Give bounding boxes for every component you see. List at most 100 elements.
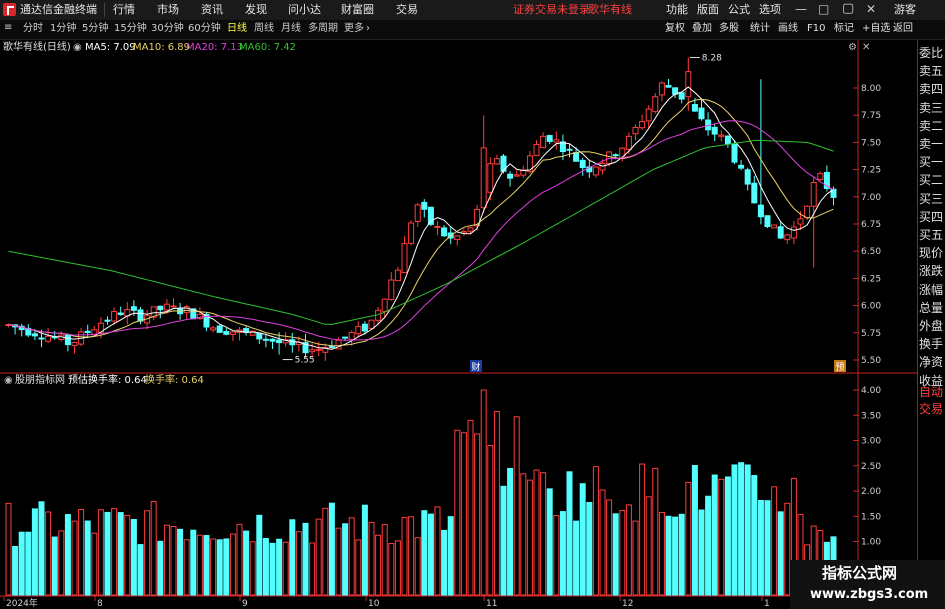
turnover-bar[interactable] bbox=[381, 524, 388, 596]
candle-body[interactable] bbox=[599, 163, 606, 171]
candle-body[interactable] bbox=[117, 312, 124, 316]
candle-body[interactable] bbox=[210, 327, 217, 331]
turnover-bar[interactable] bbox=[619, 509, 626, 596]
turnover-bar[interactable] bbox=[355, 539, 362, 596]
turnover-bar[interactable] bbox=[196, 534, 203, 596]
turnover-bar[interactable] bbox=[434, 506, 441, 596]
turnover-bar[interactable] bbox=[64, 514, 71, 596]
candle-body[interactable] bbox=[698, 107, 705, 120]
candle-body[interactable] bbox=[757, 204, 764, 218]
candle-body[interactable] bbox=[355, 325, 362, 335]
turnover-bar[interactable] bbox=[705, 495, 712, 596]
turnover-bar[interactable] bbox=[467, 419, 474, 596]
turnover-bar[interactable] bbox=[441, 529, 448, 596]
turnover-bar[interactable] bbox=[513, 416, 520, 596]
turnover-bar[interactable] bbox=[625, 504, 632, 596]
turnover-bar[interactable] bbox=[302, 522, 309, 596]
turnover-bar[interactable] bbox=[665, 515, 672, 596]
turnover-bar[interactable] bbox=[724, 476, 731, 596]
turnover-bar[interactable] bbox=[170, 526, 177, 596]
turnover-bar[interactable] bbox=[84, 520, 91, 596]
candle-body[interactable] bbox=[784, 234, 791, 241]
candle-body[interactable] bbox=[777, 226, 784, 239]
turnover-bar[interactable] bbox=[645, 496, 652, 596]
candle-body[interactable] bbox=[546, 135, 553, 142]
turnover-bar[interactable] bbox=[144, 510, 151, 596]
turnover-bar[interactable] bbox=[262, 538, 269, 596]
turnover-bar[interactable] bbox=[553, 515, 560, 596]
candle-body[interactable] bbox=[104, 319, 111, 322]
candle-body[interactable] bbox=[790, 226, 797, 239]
turnover-bar[interactable] bbox=[493, 411, 500, 596]
candle-body[interactable] bbox=[31, 333, 38, 337]
turnover-bar[interactable] bbox=[361, 504, 368, 596]
candle-body[interactable] bbox=[744, 169, 751, 185]
candle-body[interactable] bbox=[216, 325, 223, 333]
turnover-bar[interactable] bbox=[269, 542, 276, 596]
turnover-bar[interactable] bbox=[757, 499, 764, 596]
turnover-bar[interactable] bbox=[315, 518, 322, 596]
turnover-bar[interactable] bbox=[368, 521, 375, 596]
turnover-bar[interactable] bbox=[639, 463, 646, 596]
turnover-bar[interactable] bbox=[177, 528, 184, 596]
turnover-bar[interactable] bbox=[137, 544, 144, 596]
candle-body[interactable] bbox=[817, 173, 824, 180]
candle-body[interactable] bbox=[38, 337, 45, 340]
turnover-bar[interactable] bbox=[71, 520, 78, 596]
candle-body[interactable] bbox=[441, 227, 448, 237]
candle-body[interactable] bbox=[157, 305, 164, 311]
turnover-bar[interactable] bbox=[546, 488, 553, 596]
turnover-bar[interactable] bbox=[276, 538, 283, 596]
turnover-bar[interactable] bbox=[150, 500, 157, 596]
candle-body[interactable] bbox=[540, 135, 547, 149]
turnover-bar[interactable] bbox=[117, 512, 124, 596]
turnover-bar[interactable] bbox=[480, 389, 487, 596]
turnover-bar[interactable] bbox=[533, 469, 540, 596]
candle-body[interactable] bbox=[315, 348, 322, 351]
turnover-bar[interactable] bbox=[45, 511, 52, 596]
turnover-bar[interactable] bbox=[78, 509, 85, 596]
candle-body[interactable] bbox=[368, 319, 375, 329]
candle-body[interactable] bbox=[309, 349, 316, 353]
candle-body[interactable] bbox=[764, 215, 771, 228]
turnover-bar[interactable] bbox=[256, 514, 263, 596]
turnover-bar[interactable] bbox=[12, 545, 19, 596]
turnover-bar[interactable] bbox=[5, 502, 12, 596]
candle-body[interactable] bbox=[408, 222, 415, 244]
turnover-bar[interactable] bbox=[566, 471, 573, 596]
turnover-bar[interactable] bbox=[612, 513, 619, 596]
turnover-bar[interactable] bbox=[606, 499, 613, 596]
candle-body[interactable] bbox=[480, 147, 487, 209]
candle-body[interactable] bbox=[718, 134, 725, 137]
candle-body[interactable] bbox=[724, 135, 731, 145]
turnover-bar[interactable] bbox=[540, 472, 547, 596]
turnover-bar[interactable] bbox=[751, 475, 758, 596]
candle-body[interactable] bbox=[553, 139, 560, 143]
turnover-bar[interactable] bbox=[210, 538, 217, 596]
candle-body[interactable] bbox=[487, 163, 494, 193]
turnover-bar[interactable] bbox=[38, 501, 45, 596]
candle-body[interactable] bbox=[163, 303, 170, 311]
turnover-bar[interactable] bbox=[777, 511, 784, 596]
turnover-bar[interactable] bbox=[104, 511, 111, 596]
turnover-bar[interactable] bbox=[216, 539, 223, 596]
candle-body[interactable] bbox=[256, 332, 263, 340]
turnover-bar[interactable] bbox=[454, 429, 461, 596]
turnover-bar[interactable] bbox=[124, 514, 131, 596]
candle-body[interactable] bbox=[262, 338, 269, 341]
candle-body[interactable] bbox=[797, 218, 804, 225]
candle-body[interactable] bbox=[454, 235, 461, 241]
turnover-bar[interactable] bbox=[388, 543, 395, 596]
turnover-bar[interactable] bbox=[672, 516, 679, 596]
candle-body[interactable] bbox=[507, 173, 514, 179]
turnover-bar[interactable] bbox=[375, 534, 382, 596]
turnover-bar[interactable] bbox=[295, 531, 302, 596]
candle-body[interactable] bbox=[493, 158, 500, 165]
turnover-bar[interactable] bbox=[249, 541, 256, 596]
turnover-bar[interactable] bbox=[223, 538, 230, 596]
candle-body[interactable] bbox=[276, 339, 283, 344]
candle-body[interactable] bbox=[111, 310, 118, 322]
turnover-bar[interactable] bbox=[163, 524, 170, 596]
candle-body[interactable] bbox=[658, 82, 665, 96]
turnover-bar[interactable] bbox=[632, 520, 639, 596]
